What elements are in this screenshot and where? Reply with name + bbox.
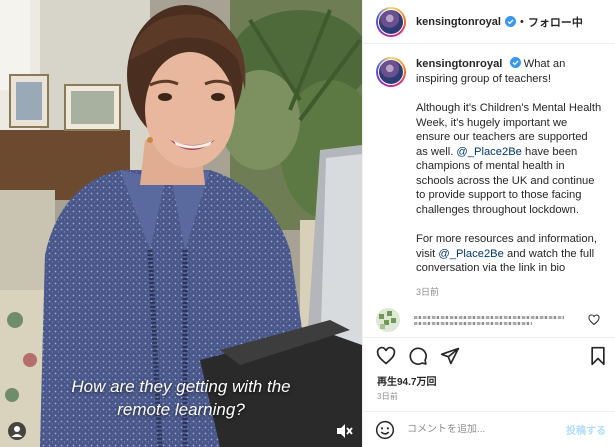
comment-item xyxy=(376,307,606,333)
share-icon[interactable] xyxy=(440,346,460,366)
separator-dot: • xyxy=(519,15,524,28)
video-subtitle-line-2: remote learning? xyxy=(117,400,245,419)
post-header: kensingtonroyal • フォロー中 xyxy=(363,0,615,44)
mention-link[interactable]: @_Place2Be xyxy=(438,248,503,260)
user-tag-icon[interactable] xyxy=(8,422,26,440)
post-video[interactable]: How are they getting with the remote lea… xyxy=(0,0,362,447)
comment-icon[interactable] xyxy=(408,346,428,366)
caption-body: kensingtonroyal What an inspiring group … xyxy=(416,57,602,299)
comment-like-heart-icon[interactable] xyxy=(588,314,600,326)
add-comment-bar: 投稿する xyxy=(363,411,615,447)
caption-username[interactable]: kensingtonroyal xyxy=(416,58,502,70)
comment-text-blurred xyxy=(414,313,574,328)
muted-speaker-icon[interactable] xyxy=(333,420,355,442)
verified-badge-icon xyxy=(504,16,516,27)
following-button[interactable]: フォロー中 xyxy=(528,14,583,30)
view-count[interactable]: 再生94.7万回 xyxy=(377,373,436,388)
verified-badge-icon xyxy=(509,57,521,68)
post-comment-button[interactable]: 投稿する xyxy=(566,422,606,437)
caption: kensingtonroyal What an inspiring group … xyxy=(363,44,615,299)
avatar[interactable] xyxy=(376,6,406,37)
bookmark-icon[interactable] xyxy=(588,346,608,366)
heart-icon[interactable] xyxy=(376,346,396,366)
emoji-icon[interactable] xyxy=(375,420,395,440)
caption-time-ago[interactable]: 3日前 xyxy=(416,285,602,300)
video-subtitle-line-1: How are they getting with the xyxy=(71,377,291,396)
avatar[interactable] xyxy=(376,57,406,87)
comment-input[interactable] xyxy=(407,424,557,435)
mention-link[interactable]: @_Place2Be xyxy=(456,146,521,158)
commenter-avatar[interactable] xyxy=(376,308,400,332)
post-date: 3日前 xyxy=(377,392,399,401)
post-side-panel: kensingtonroyal • フォロー中 kensingtonroyal … xyxy=(362,0,615,447)
header-username[interactable]: kensingtonroyal xyxy=(416,16,501,28)
